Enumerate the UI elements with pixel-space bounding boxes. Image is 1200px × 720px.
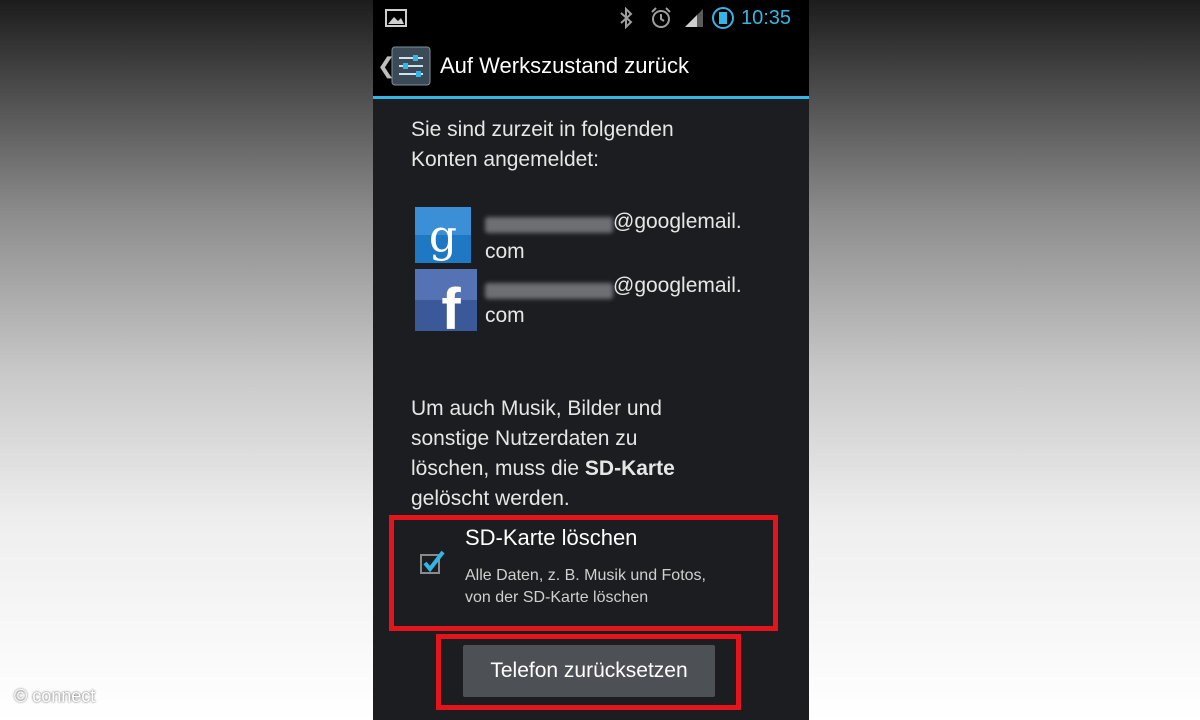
battery-icon (711, 0, 735, 36)
accounts-intro: Sie sind zurzeit in folgenden Konten ang… (411, 115, 674, 175)
intro-line: Konten angemeldet: (411, 148, 599, 171)
account-item-facebook: f @googlemail. com (413, 269, 793, 342)
intro-line: Sie sind zurzeit in folgenden (411, 118, 674, 141)
status-bar: 10:35 (373, 0, 809, 36)
warning-line: löschen, muss die SD-Karte (411, 454, 675, 484)
warning-line: gelöscht werden. (411, 487, 570, 510)
alarm-icon (649, 0, 673, 36)
email-tld: com (485, 304, 525, 327)
page-title: Auf Werkszustand zurück (440, 53, 690, 78)
account-email: @googlemail. com (485, 271, 805, 331)
settings-sliders-icon[interactable] (391, 46, 431, 86)
action-bar: ❮ Auf Werkszustand zurück (373, 36, 809, 99)
signal-icon (683, 0, 705, 36)
status-time: 10:35 (741, 6, 792, 29)
warning-line: Um auch Musik, Bilder und (411, 397, 662, 420)
bluetooth-icon (619, 0, 633, 36)
google-icon: g (415, 207, 471, 263)
warning-line: sonstige Nutzerdaten zu (411, 427, 638, 450)
image-notification-icon (385, 0, 407, 36)
svg-text:f: f (441, 277, 461, 331)
account-email: @googlemail. com (485, 207, 805, 267)
facebook-icon: f (415, 269, 477, 342)
warning-bold-text: SD-Karte (584, 457, 675, 480)
copyright-watermark: © connect (14, 686, 96, 706)
email-tld: com (485, 240, 525, 263)
sd-card-warning: Um auch Musik, Bilder und sonstige Nutze… (411, 394, 675, 514)
email-domain: @googlemail. (613, 210, 742, 233)
warning-text: löschen, muss die (411, 457, 585, 480)
highlight-box-sd-option (389, 515, 778, 631)
svg-text:g: g (429, 211, 457, 262)
account-item-google: g @googlemail. com (413, 207, 793, 271)
highlight-box-reset-button (436, 634, 741, 710)
email-domain: @googlemail. (613, 274, 742, 297)
